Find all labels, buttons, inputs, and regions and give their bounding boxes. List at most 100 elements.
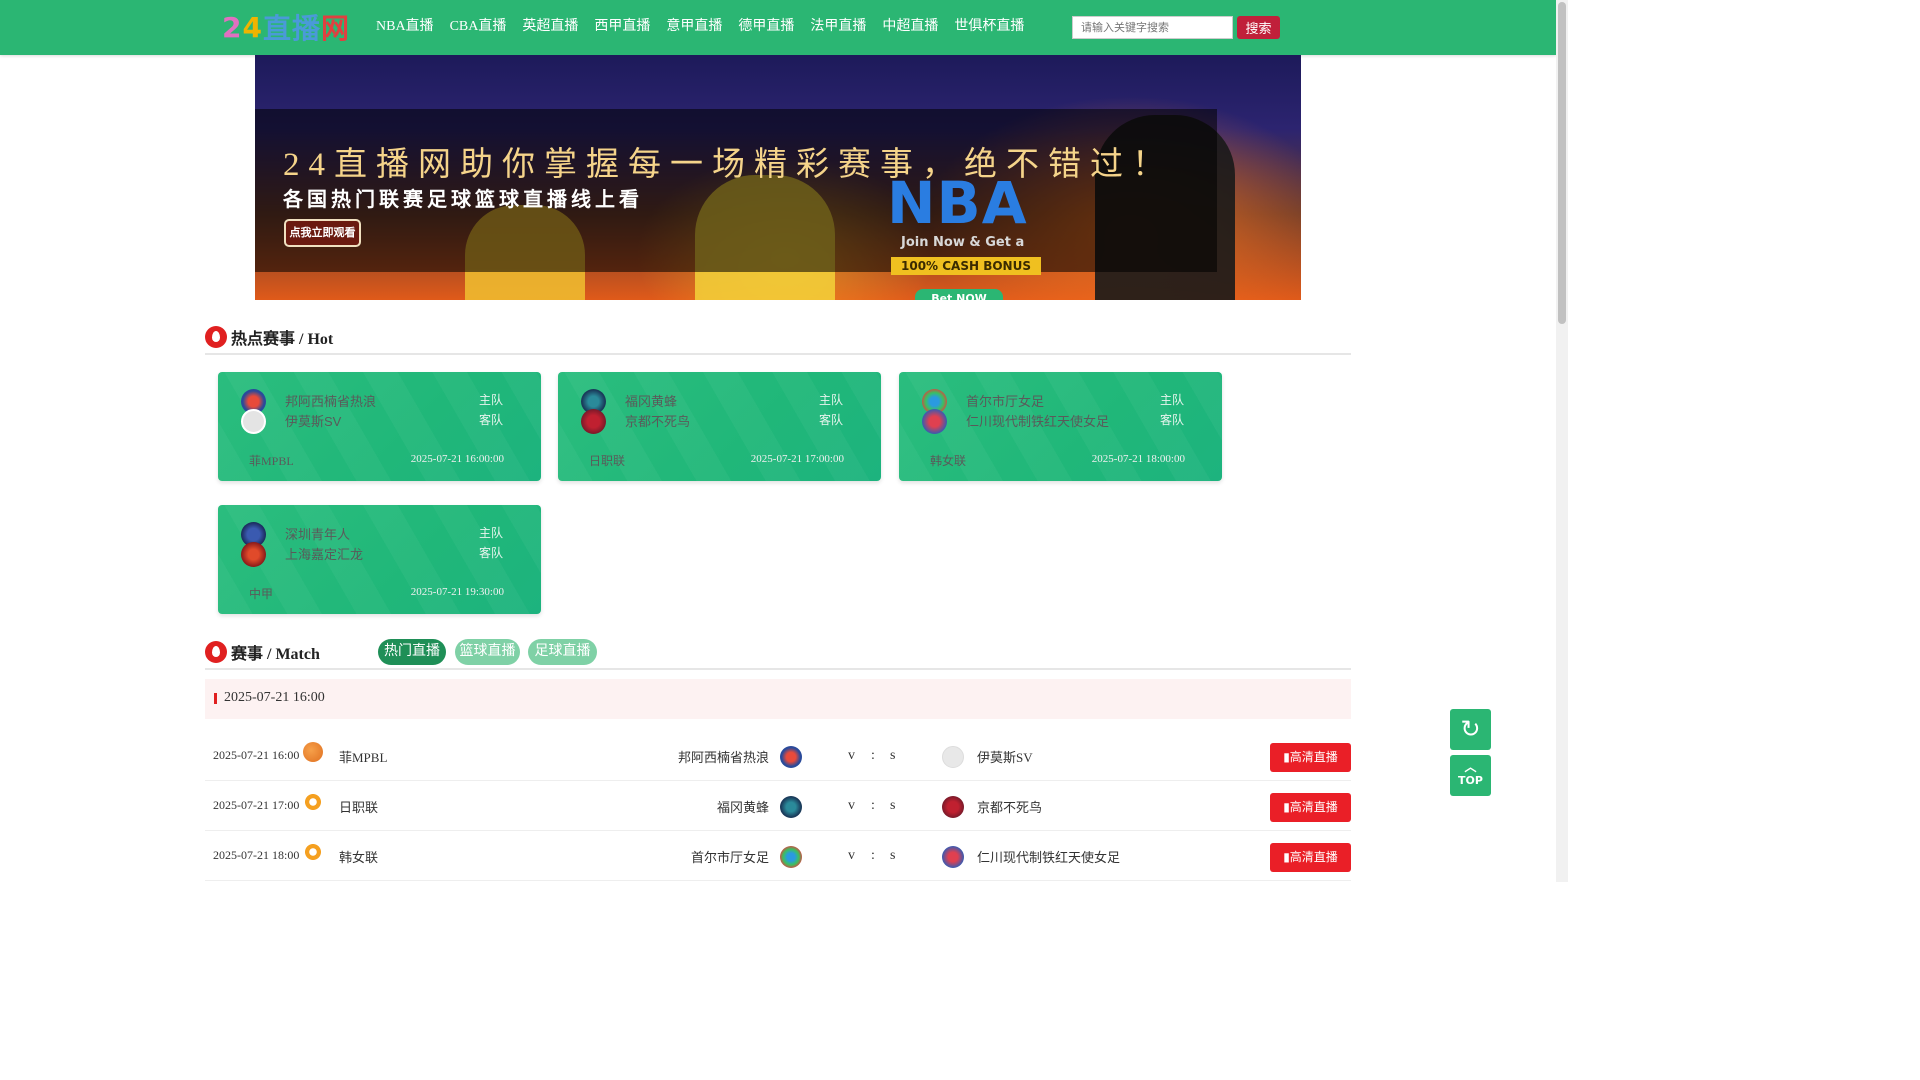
nav-item-premier-league[interactable]: 英超直播 — [514, 17, 586, 37]
match-row[interactable]: 2025-07-21 18:00 韩女联 首尔市厅女足 v : s 仁川现代制铁… — [205, 831, 1351, 881]
card-time: 2025-07-21 18:00:00 — [1091, 453, 1185, 465]
score-separator: : — [871, 848, 875, 863]
score-home: v — [848, 848, 855, 863]
date-header-text: 2025-07-21 16:00 — [224, 690, 325, 705]
hd-live-label: 高清直播 — [1289, 850, 1338, 864]
search-input[interactable] — [1072, 16, 1233, 39]
tab-hot-live[interactable]: 热门直播 — [378, 639, 446, 665]
away-team-logo-icon — [581, 409, 606, 434]
away-team-logo-icon — [241, 409, 266, 434]
away-team-name: 京都不死鸟 — [625, 414, 691, 429]
hd-live-button[interactable]: ▮高清直播 — [1270, 743, 1351, 772]
tab-football-live[interactable]: 足球直播 — [528, 639, 597, 665]
hd-live-label: 高清直播 — [1289, 800, 1338, 814]
nav-item-serie-a[interactable]: 意甲直播 — [658, 17, 730, 37]
score-away: s — [890, 798, 896, 813]
card-league: 菲MPBL — [249, 454, 294, 468]
match-time: 2025-07-21 18:00 — [213, 848, 300, 862]
hot-divider — [205, 353, 1351, 355]
date-marker-icon — [214, 693, 217, 704]
match-row[interactable]: 2025-07-21 16:00 菲MPBL 邦阿西楠省热浪 v : s 伊莫斯… — [205, 731, 1351, 781]
logo-part-2: 4 — [242, 10, 263, 44]
nav-item-ligue-1[interactable]: 法甲直播 — [802, 17, 874, 37]
away-team-logo-icon — [922, 409, 947, 434]
football-icon — [303, 792, 323, 812]
banner-headline: 24直播网助你掌握每一场精彩赛事，绝不错过！ — [283, 147, 1174, 183]
basketball-icon — [303, 742, 323, 762]
away-team-logo-icon — [241, 542, 266, 567]
hd-live-button[interactable]: ▮高清直播 — [1270, 793, 1351, 822]
card-league: 韩女联 — [930, 454, 967, 468]
back-to-top-button[interactable]: ︿ TOP — [1450, 755, 1491, 796]
hero-banner[interactable]: NBA Join Now & Get a 100% CASH BONUS Bet… — [255, 55, 1301, 300]
hot-section-title: 热点赛事 / Hot — [205, 325, 333, 349]
refresh-button[interactable]: ↻ — [1450, 709, 1491, 750]
away-role-label: 客队 — [479, 546, 504, 560]
logo-part-4: 网 — [320, 12, 350, 45]
hot-match-card[interactable]: 深圳青年人 上海嘉定汇龙 主队 客队 中甲 2025-07-21 19:30:0… — [218, 505, 541, 614]
home-role-label: 主队 — [1160, 393, 1185, 407]
hd-live-button[interactable]: ▮高清直播 — [1270, 843, 1351, 872]
away-team-logo-icon — [942, 846, 964, 868]
away-role-label: 客队 — [1160, 413, 1185, 427]
nav-item-cba[interactable]: CBA直播 — [442, 17, 515, 37]
home-team: 邦阿西楠省热浪 — [677, 750, 769, 765]
away-role-label: 客队 — [819, 413, 844, 427]
hot-match-card[interactable]: 邦阿西楠省热浪 伊莫斯SV 主队 客队 菲MPBL 2025-07-21 16:… — [218, 372, 541, 481]
hot-match-card[interactable]: 福冈黄蜂 京都不死鸟 主队 客队 日职联 2025-07-21 17:00:00 — [558, 372, 881, 481]
match-time: 2025-07-21 17:00 — [213, 798, 300, 812]
home-team: 首尔市厅女足 — [690, 850, 769, 865]
page-scrollbar[interactable] — [1556, 0, 1568, 882]
away-team: 京都不死鸟 — [977, 800, 1043, 815]
card-time: 2025-07-21 17:00:00 — [750, 453, 844, 465]
site-logo[interactable]: 2 4 直播 网 — [222, 10, 350, 46]
match-section-title: 赛事 / Match — [205, 640, 320, 664]
top-navbar: 2 4 直播 网 NBA直播 CBA直播 英超直播 西甲直播 意甲直播 德甲直播… — [0, 0, 1556, 55]
hd-live-label: 高清直播 — [1289, 750, 1338, 764]
score-home: v — [848, 748, 855, 763]
home-team-logo-icon — [780, 746, 802, 768]
away-team-logo-icon — [942, 746, 964, 768]
main-nav: NBA直播 CBA直播 英超直播 西甲直播 意甲直播 德甲直播 法甲直播 中超直… — [368, 17, 1032, 37]
nav-item-club-world-cup[interactable]: 世俱杯直播 — [946, 17, 1032, 37]
card-time: 2025-07-21 16:00:00 — [410, 453, 504, 465]
match-time: 2025-07-21 16:00 — [213, 748, 300, 762]
home-team-logo-icon — [780, 846, 802, 868]
nav-item-csl[interactable]: 中超直播 — [874, 17, 946, 37]
refresh-icon: ↻ — [1460, 715, 1481, 743]
top-label: TOP — [1458, 774, 1483, 787]
away-team-name: 上海嘉定汇龙 — [285, 547, 364, 562]
nav-item-nba[interactable]: NBA直播 — [368, 17, 442, 37]
nav-item-bundesliga[interactable]: 德甲直播 — [730, 17, 802, 37]
ad-join-text: Join Now & Get a — [901, 235, 1025, 250]
match-league: 韩女联 — [339, 850, 379, 865]
hot-match-card[interactable]: 首尔市厅女足 仁川现代制铁红天使女足 主队 客队 韩女联 2025-07-21 … — [899, 372, 1222, 481]
match-league: 菲MPBL — [339, 750, 388, 765]
tab-basketball-live[interactable]: 篮球直播 — [455, 639, 520, 665]
watch-now-button[interactable]: 点我立即观看 — [284, 219, 361, 247]
home-team-name: 首尔市厅女足 — [966, 394, 1045, 409]
banner-subline: 各国热门联赛足球篮球直播线上看 — [283, 187, 643, 211]
card-league: 日职联 — [589, 454, 626, 468]
football-icon — [303, 842, 323, 862]
home-role-label: 主队 — [479, 393, 504, 407]
home-team: 福冈黄蜂 — [716, 800, 769, 815]
home-team-logo-icon — [780, 796, 802, 818]
match-league: 日职联 — [339, 800, 379, 815]
scrollbar-thumb[interactable] — [1558, 2, 1566, 324]
ad-bonus-badge: 100% CASH BONUS — [891, 257, 1041, 275]
card-time: 2025-07-21 19:30:00 — [410, 586, 504, 598]
hot-title-text: 热点赛事 / Hot — [231, 331, 334, 348]
ad-bet-button[interactable]: Bet NOW — [915, 289, 1003, 300]
score-away: s — [890, 848, 896, 863]
score-away: s — [890, 748, 896, 763]
card-league: 中甲 — [249, 587, 274, 601]
home-team-name: 深圳青年人 — [285, 527, 351, 542]
date-header: 2025-07-21 16:00 — [205, 679, 1351, 719]
home-role-label: 主队 — [819, 393, 844, 407]
away-team: 仁川现代制铁红天使女足 — [977, 850, 1121, 865]
nav-item-la-liga[interactable]: 西甲直播 — [586, 17, 658, 37]
fire-icon — [205, 326, 227, 348]
match-row[interactable]: 2025-07-21 17:00 日职联 福冈黄蜂 v : s 京都不死鸟 ▮高… — [205, 781, 1351, 831]
search-button[interactable]: 搜索 — [1237, 16, 1280, 39]
